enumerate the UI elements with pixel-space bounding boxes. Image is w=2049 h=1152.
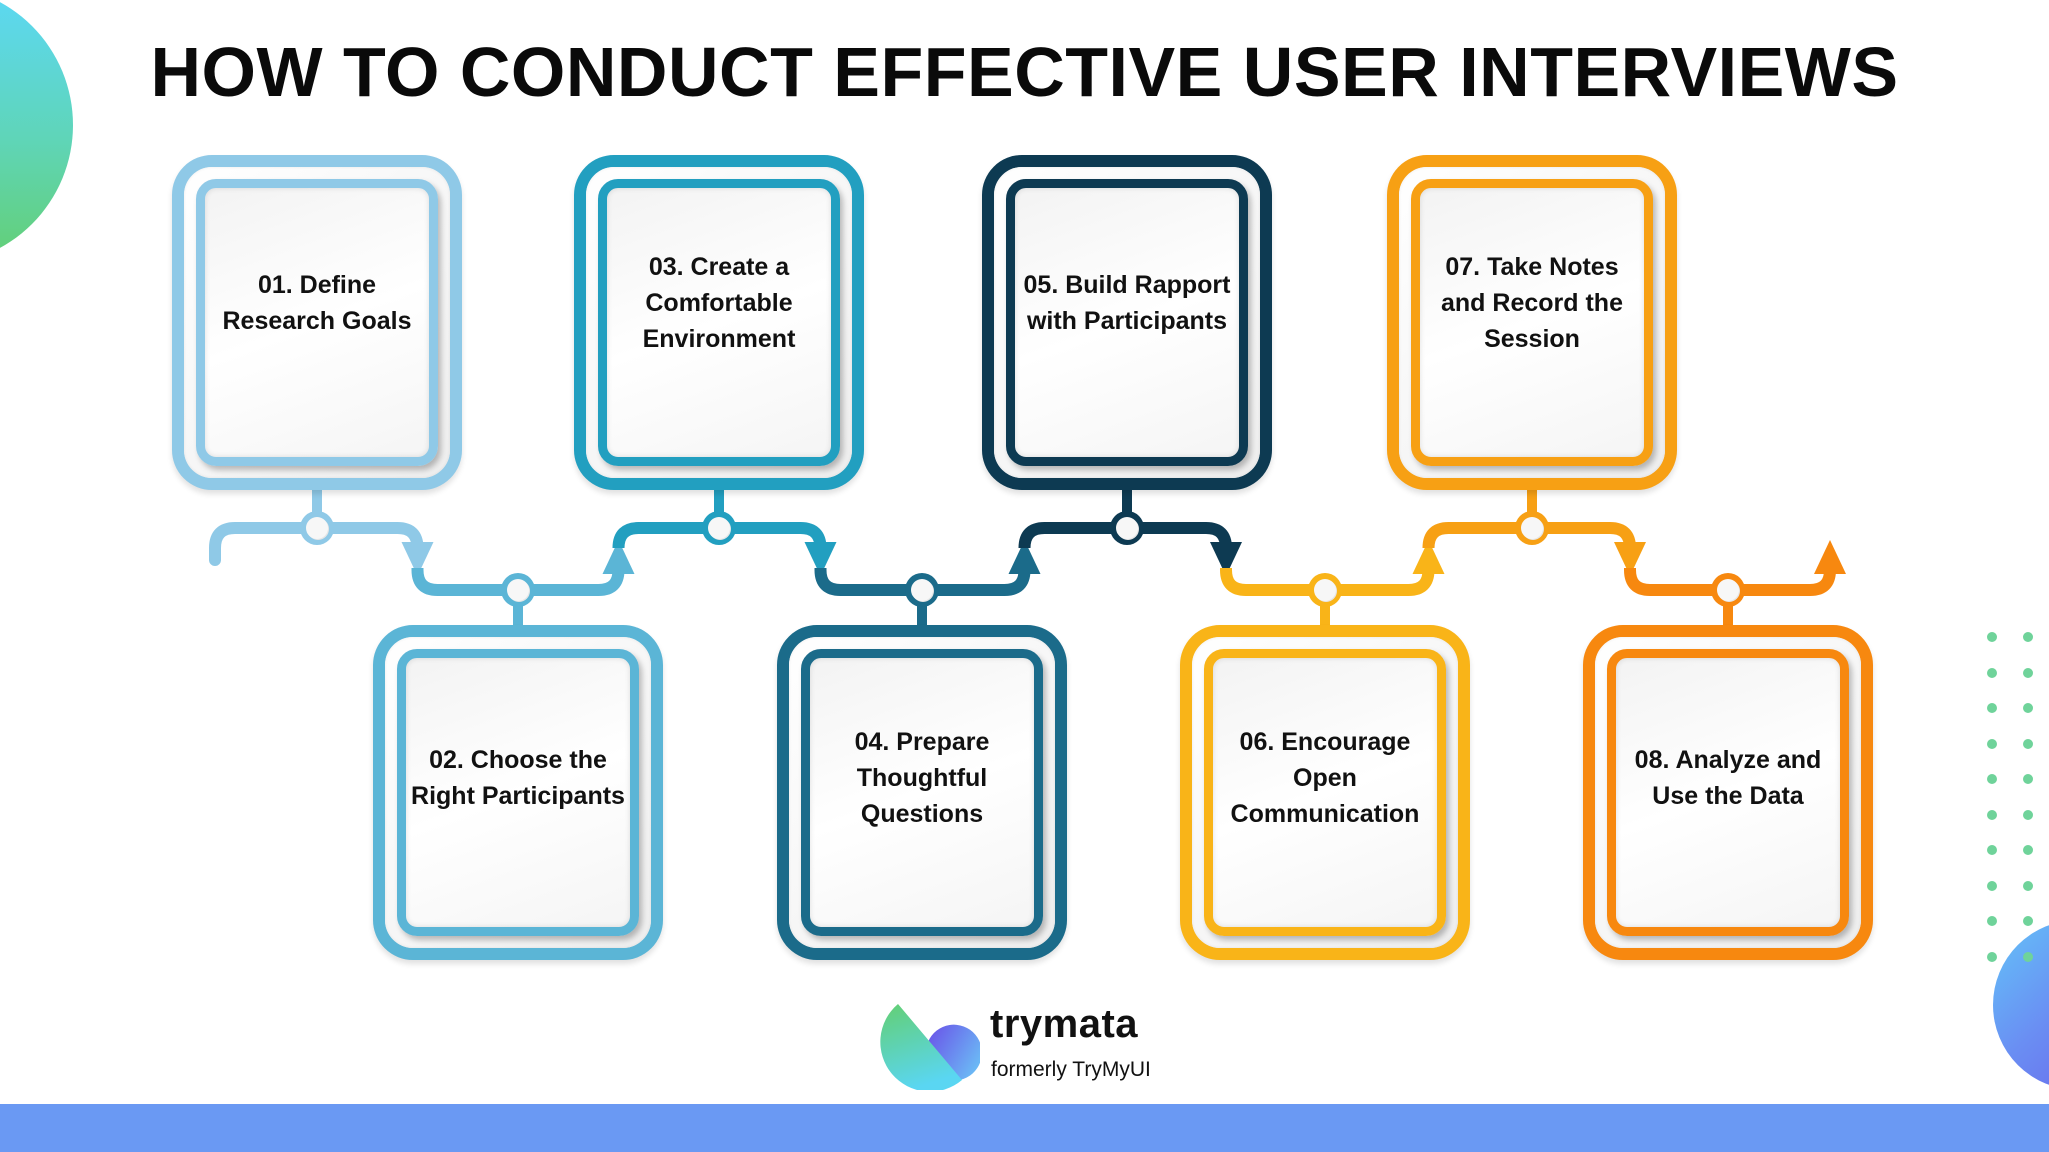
logo-subtitle: formerly TryMyUI (991, 1058, 1151, 1081)
connector-node (1717, 579, 1739, 601)
connector-segment-5 (1018, 488, 1242, 576)
connector-node (507, 579, 529, 601)
step-label: 05. Build Rapport with Participants (1023, 270, 1231, 335)
connector-segment-6 (1220, 540, 1445, 627)
step-card-1: 01. Define Research Goals (172, 155, 462, 490)
step-card-3: 03. Create a Comfortable Environment (574, 155, 864, 490)
step-card-panel: 05. Build Rapport with Participants (1006, 179, 1248, 466)
step-card-7: 07. Take Notes and Record the Session (1387, 155, 1677, 490)
step-label: 01. Define Research Goals (222, 270, 412, 335)
connector-node (911, 579, 933, 601)
connector-segment-1 (209, 488, 434, 576)
step-card-panel: 01. Define Research Goals (196, 179, 438, 466)
connector-node (1521, 517, 1543, 539)
step-card-4: 04. Prepare Thoughtful Questions (777, 625, 1067, 960)
step-label: 07. Take Notes and Record the Session (1441, 252, 1623, 353)
connector-segment-7 (1422, 488, 1646, 576)
step-card-8: 08. Analyze and Use the Data (1583, 625, 1873, 960)
step-card-panel: 03. Create a Comfortable Environment (598, 179, 840, 466)
step-card-panel: 08. Analyze and Use the Data (1607, 649, 1849, 936)
connector-node (1314, 579, 1336, 601)
connector-node (708, 517, 730, 539)
step-label: 06. Encourage Open Communication (1230, 727, 1420, 828)
connector-segment-3 (612, 488, 837, 576)
connector-segment-8 (1624, 540, 1846, 627)
logo-name: trymata (990, 1002, 1139, 1046)
connector-node (1116, 517, 1138, 539)
step-card-6: 06. Encourage Open Communication (1180, 625, 1470, 960)
step-card-panel: 02. Choose the Right Participants (397, 649, 639, 936)
trymata-logo-icon (880, 1004, 980, 1090)
step-card-panel: 07. Take Notes and Record the Session (1411, 179, 1653, 466)
brand-logo: trymata formerly TryMyUI (880, 1000, 1200, 1090)
connector-segment-4 (814, 540, 1041, 627)
step-card-panel: 06. Encourage Open Communication (1204, 649, 1446, 936)
step-label: 03. Create a Comfortable Environment (642, 252, 796, 353)
connector-segment-2 (411, 540, 635, 627)
step-card-2: 02. Choose the Right Participants (373, 625, 663, 960)
step-label: 04. Prepare Thoughtful Questions (854, 727, 990, 828)
step-label: 02. Choose the Right Participants (411, 745, 625, 810)
arrow-up-icon (1814, 540, 1846, 574)
connector-node (306, 517, 328, 539)
step-label: 08. Analyze and Use the Data (1634, 745, 1822, 810)
step-card-panel: 04. Prepare Thoughtful Questions (801, 649, 1043, 936)
step-card-5: 05. Build Rapport with Participants (982, 155, 1272, 490)
